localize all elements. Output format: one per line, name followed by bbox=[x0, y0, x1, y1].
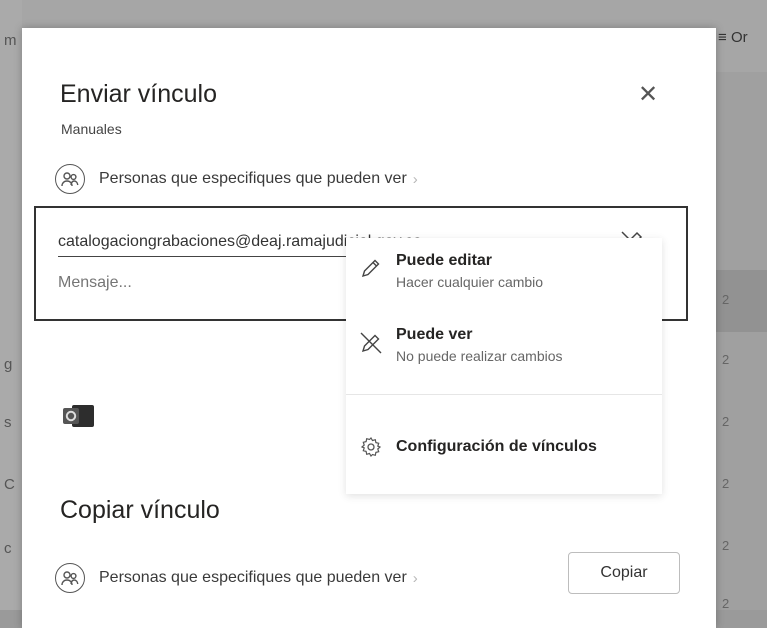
background-row-number: 2 bbox=[722, 352, 730, 367]
background-row-number: 2 bbox=[722, 476, 730, 491]
dialog-title: Enviar vínculo bbox=[60, 80, 218, 108]
menu-item-can-edit[interactable]: Puede editar Hacer cualquier cambio bbox=[346, 252, 662, 290]
outlook-icon[interactable] bbox=[62, 401, 96, 436]
people-icon bbox=[55, 563, 85, 593]
background-row-number: 2 bbox=[722, 414, 730, 429]
background-letter: C bbox=[4, 476, 15, 493]
copy-link-permission-selector[interactable]: Personas que especifiques que pueden ver… bbox=[55, 561, 418, 595]
background-row-number: 2 bbox=[722, 538, 730, 553]
copy-link-title: Copiar vínculo bbox=[60, 496, 220, 524]
gear-icon bbox=[346, 436, 396, 458]
sort-icon: ≡ bbox=[718, 29, 727, 46]
chevron-right-icon: › bbox=[412, 170, 418, 188]
menu-item-description: No puede realizar cambios bbox=[396, 348, 563, 364]
permission-label: Personas que especifiques que pueden ver bbox=[99, 569, 407, 586]
link-permission-selector[interactable]: Personas que especifiques que pueden ver… bbox=[55, 162, 418, 196]
menu-divider bbox=[346, 394, 662, 395]
dialog-subtitle: Manuales bbox=[61, 121, 122, 137]
menu-item-title: Puede ver bbox=[396, 326, 473, 343]
menu-item-link-settings[interactable]: Configuración de vínculos bbox=[346, 436, 662, 458]
background-row-number: 2 bbox=[722, 596, 730, 611]
background-left-column bbox=[0, 0, 22, 610]
message-input[interactable] bbox=[58, 274, 358, 292]
copy-button[interactable]: Copiar bbox=[568, 552, 680, 594]
menu-item-can-view[interactable]: Puede ver No puede realizar cambios bbox=[346, 326, 662, 364]
no-edit-icon bbox=[346, 326, 396, 364]
permission-menu: Puede editar Hacer cualquier cambio Pued… bbox=[346, 238, 662, 494]
chevron-right-icon: › bbox=[412, 569, 418, 587]
background-letter: g bbox=[4, 356, 13, 373]
permission-label: Personas que especifiques que pueden ver bbox=[99, 170, 407, 187]
background-letter: s bbox=[4, 414, 12, 431]
sort-button[interactable]: ≡ Or bbox=[718, 29, 748, 46]
menu-item-title: Puede editar bbox=[396, 252, 493, 269]
background-letter: c bbox=[4, 540, 12, 557]
pencil-icon bbox=[346, 252, 396, 290]
menu-item-description: Hacer cualquier cambio bbox=[396, 274, 544, 290]
people-icon bbox=[55, 164, 85, 194]
sort-label: Or bbox=[730, 29, 748, 46]
background-row-number: 2 bbox=[722, 292, 730, 307]
close-icon[interactable]: ✕ bbox=[638, 83, 658, 107]
menu-item-title: Configuración de vínculos bbox=[396, 438, 597, 455]
background-letter: m bbox=[4, 32, 17, 49]
